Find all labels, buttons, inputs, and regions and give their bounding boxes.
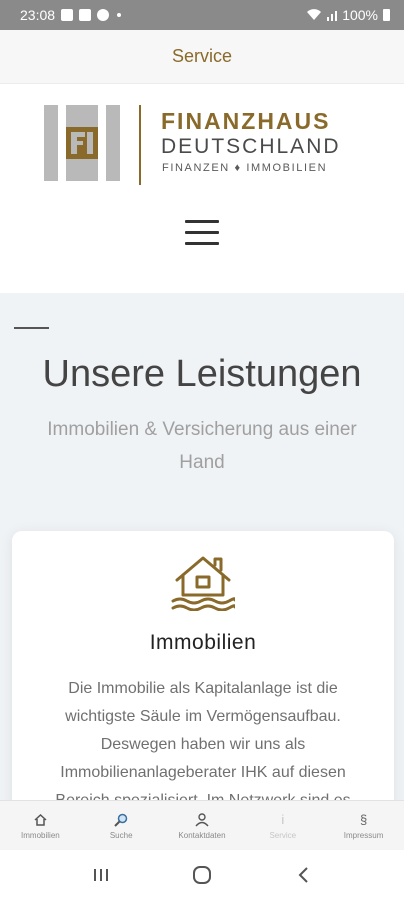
app-notification-icon — [97, 9, 110, 21]
home-button[interactable] — [182, 855, 222, 895]
logo-wordmark-line2: DEUTSCHLAND — [161, 135, 341, 158]
status-left: 23:08 — [20, 7, 122, 23]
tab-immobilien[interactable]: Immobilien — [0, 801, 81, 850]
home-icon — [32, 812, 48, 828]
more-notifications-icon — [117, 13, 122, 17]
back-chevron-icon — [298, 867, 309, 883]
tab-label: Service — [269, 830, 297, 840]
card-title: Immobilien — [149, 631, 257, 654]
gallery-notification-icon — [61, 9, 74, 21]
battery-percent: 100% — [342, 7, 378, 23]
status-time: 23:08 — [20, 7, 56, 23]
system-navigation-bar — [0, 850, 404, 900]
app-title-bar: Service — [0, 30, 404, 84]
signal-icon — [327, 11, 338, 21]
company-logo[interactable]: FINANZHAUS DEUTSCHLAND FINANZEN ♦ IMMOBI… — [44, 105, 364, 185]
battery-icon — [383, 9, 390, 21]
bottom-tab-bar: Immobilien Suche Kontaktdaten i Service … — [0, 800, 404, 850]
services-section: Unsere Leistungen Immobilien & Versicher… — [0, 293, 404, 851]
section-title: Unsere Leistungen — [42, 353, 362, 395]
back-button[interactable] — [283, 855, 323, 895]
info-icon: i — [281, 812, 285, 827]
tab-label: Kontaktdaten — [178, 830, 226, 840]
tab-impressum[interactable]: § Impressum — [323, 801, 404, 850]
youtube-notification-icon — [79, 9, 92, 21]
card-description: Die Immobilie als Kapitalanlage ist die … — [55, 680, 350, 809]
status-bar: 23:08 100% — [0, 0, 404, 30]
menu-hamburger-icon[interactable] — [185, 220, 219, 246]
tab-label: Suche — [109, 830, 133, 840]
home-circle-icon — [192, 866, 211, 884]
logo-divider — [139, 105, 141, 185]
contact-icon — [194, 812, 210, 828]
search-icon — [113, 812, 129, 828]
section-accent-line — [14, 327, 49, 329]
house-water-icon — [171, 556, 235, 611]
tab-label: Immobilien — [21, 830, 60, 840]
app-screen: 23:08 100% Service FINANZHAUS DEUTSCHLAN… — [0, 0, 404, 900]
logo-wordmark-line1: FINANZHAUS — [161, 108, 331, 134]
tab-label: Impressum — [343, 830, 384, 840]
recent-apps-button[interactable] — [81, 855, 121, 895]
section-subtitle: Immobilien & Versicherung aus einer Hand — [47, 419, 357, 473]
page-title: Service — [171, 46, 233, 66]
recent-apps-icon — [93, 869, 108, 881]
tab-suche[interactable]: Suche — [81, 801, 162, 850]
tab-service[interactable]: i Service — [242, 801, 323, 850]
paragraph-icon: § — [359, 812, 368, 827]
logo-mark-icon — [44, 105, 120, 181]
status-right: 100% — [306, 7, 390, 23]
tab-kontaktdaten[interactable]: Kontaktdaten — [162, 801, 243, 850]
wifi-icon — [307, 9, 322, 20]
logo-tagline: FINANZEN ♦ IMMOBILIEN — [162, 162, 328, 174]
site-header: FINANZHAUS DEUTSCHLAND FINANZEN ♦ IMMOBI… — [0, 85, 404, 293]
